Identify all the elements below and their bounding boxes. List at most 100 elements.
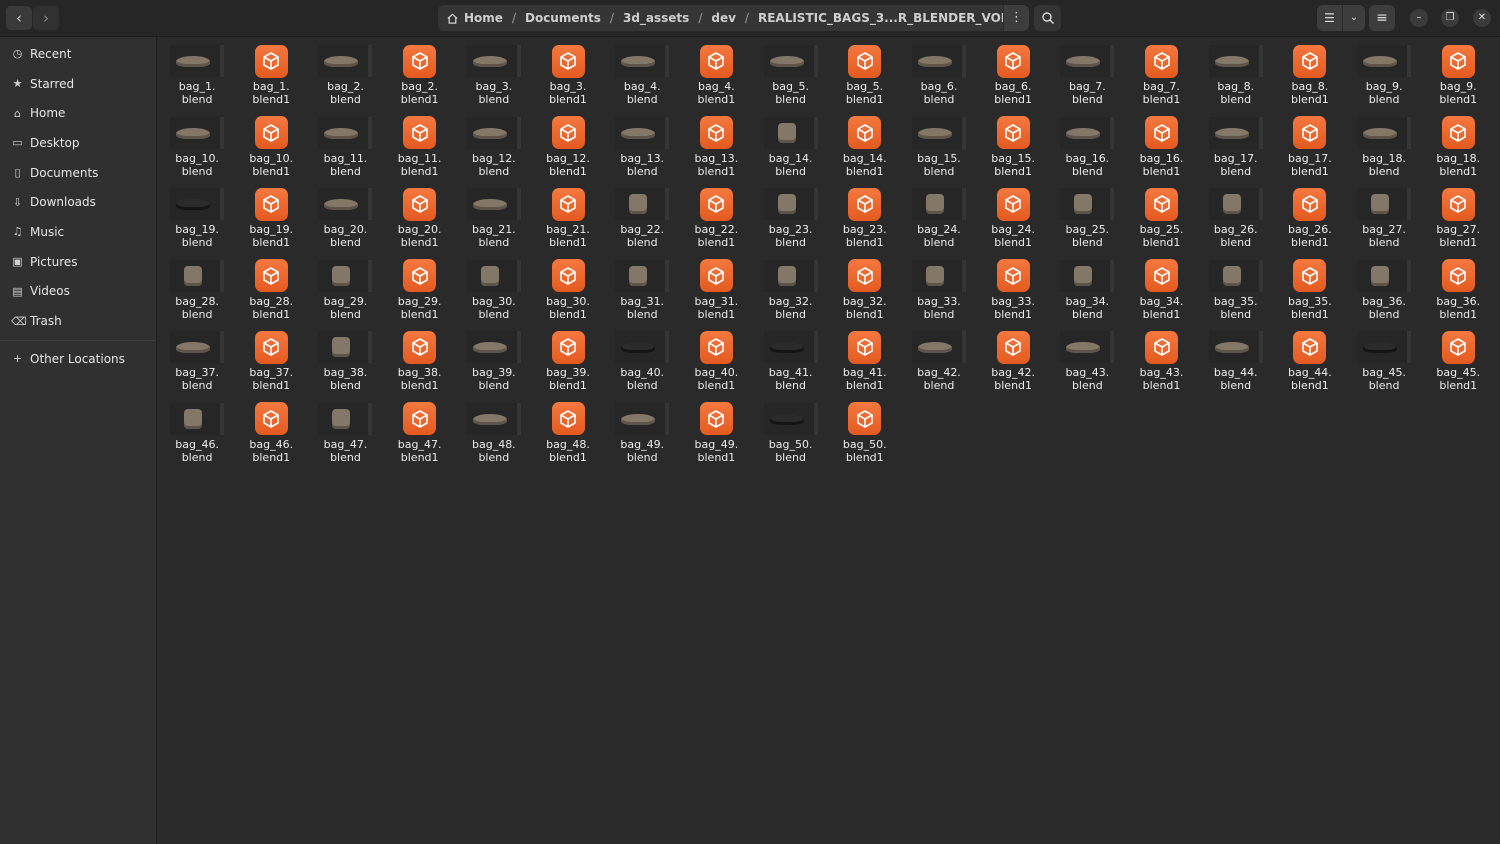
sidebar-item-music[interactable]: ♫ Music xyxy=(0,217,156,247)
blend-file-item[interactable]: bag_32. blend xyxy=(754,256,828,328)
main-menu-button[interactable]: ≡ xyxy=(1369,5,1395,31)
blend1-file-item[interactable]: bag_45. blend1 xyxy=(1421,327,1495,399)
blend1-file-item[interactable]: bag_17. blend1 xyxy=(1273,113,1347,185)
blend1-file-item[interactable]: bag_6. blend1 xyxy=(976,41,1050,113)
blend-file-item[interactable]: bag_15. blend xyxy=(902,113,976,185)
blend-file-item[interactable]: bag_33. blend xyxy=(902,256,976,328)
blend1-file-item[interactable]: bag_44. blend1 xyxy=(1273,327,1347,399)
blend1-file-item[interactable]: bag_50. blend1 xyxy=(828,399,902,471)
blend1-file-item[interactable]: bag_32. blend1 xyxy=(828,256,902,328)
blend-file-item[interactable]: bag_10. blend xyxy=(160,113,234,185)
blend-file-item[interactable]: bag_28. blend xyxy=(160,256,234,328)
blend-file-item[interactable]: bag_27. blend xyxy=(1347,184,1421,256)
blend-file-item[interactable]: bag_18. blend xyxy=(1347,113,1421,185)
blend-file-item[interactable]: bag_29. blend xyxy=(308,256,382,328)
sidebar-item-other-locations[interactable]: + Other Locations xyxy=(0,344,156,374)
blend-file-item[interactable]: bag_42. blend xyxy=(902,327,976,399)
blend1-file-item[interactable]: bag_15. blend1 xyxy=(976,113,1050,185)
blend1-file-item[interactable]: bag_38. blend1 xyxy=(383,327,457,399)
blend1-file-item[interactable]: bag_21. blend1 xyxy=(531,184,605,256)
close-button[interactable]: ✕ xyxy=(1473,9,1491,27)
blend1-file-item[interactable]: bag_16. blend1 xyxy=(1124,113,1198,185)
sidebar-item-desktop[interactable]: ▭ Desktop xyxy=(0,128,156,158)
blend1-file-item[interactable]: bag_25. blend1 xyxy=(1124,184,1198,256)
blend1-file-item[interactable]: bag_10. blend1 xyxy=(234,113,308,185)
blend-file-item[interactable]: bag_12. blend xyxy=(457,113,531,185)
blend-file-item[interactable]: bag_37. blend xyxy=(160,327,234,399)
blend-file-item[interactable]: bag_6. blend xyxy=(902,41,976,113)
blend-file-item[interactable]: bag_23. blend xyxy=(754,184,828,256)
breadcrumb-documents[interactable]: Documents xyxy=(523,11,603,25)
breadcrumb-3d-assets[interactable]: 3d_assets xyxy=(621,11,691,25)
blend1-file-item[interactable]: bag_40. blend1 xyxy=(679,327,753,399)
blend1-file-item[interactable]: bag_39. blend1 xyxy=(531,327,605,399)
blend1-file-item[interactable]: bag_12. blend1 xyxy=(531,113,605,185)
back-button[interactable]: ‹ xyxy=(6,6,32,30)
blend-file-item[interactable]: bag_31. blend xyxy=(605,256,679,328)
blend-file-item[interactable]: bag_45. blend xyxy=(1347,327,1421,399)
blend1-file-item[interactable]: bag_28. blend1 xyxy=(234,256,308,328)
blend1-file-item[interactable]: bag_27. blend1 xyxy=(1421,184,1495,256)
blend-file-item[interactable]: bag_40. blend xyxy=(605,327,679,399)
sidebar-item-home[interactable]: ⌂ Home xyxy=(0,98,156,128)
blend1-file-item[interactable]: bag_8. blend1 xyxy=(1273,41,1347,113)
blend1-file-item[interactable]: bag_2. blend1 xyxy=(383,41,457,113)
blend1-file-item[interactable]: bag_7. blend1 xyxy=(1124,41,1198,113)
blend-file-item[interactable]: bag_3. blend xyxy=(457,41,531,113)
blend-file-item[interactable]: bag_26. blend xyxy=(1199,184,1273,256)
blend1-file-item[interactable]: bag_36. blend1 xyxy=(1421,256,1495,328)
blend-file-item[interactable]: bag_9. blend xyxy=(1347,41,1421,113)
blend1-file-item[interactable]: bag_37. blend1 xyxy=(234,327,308,399)
blend1-file-item[interactable]: bag_19. blend1 xyxy=(234,184,308,256)
sidebar-item-trash[interactable]: ⌫ Trash xyxy=(0,306,156,336)
sidebar-item-downloads[interactable]: ⇩ Downloads xyxy=(0,187,156,217)
blend1-file-item[interactable]: bag_31. blend1 xyxy=(679,256,753,328)
blend-file-item[interactable]: bag_50. blend xyxy=(754,399,828,471)
blend-file-item[interactable]: bag_7. blend xyxy=(1050,41,1124,113)
blend-file-item[interactable]: bag_5. blend xyxy=(754,41,828,113)
blend-file-item[interactable]: bag_22. blend xyxy=(605,184,679,256)
breadcrumb-realistic-bags[interactable]: REALISTIC_BAGS_3...R_BLENDER_VOL_1 xyxy=(756,11,1025,25)
maximize-button[interactable]: ❐ xyxy=(1441,9,1459,27)
blend1-file-item[interactable]: bag_22. blend1 xyxy=(679,184,753,256)
blend-file-item[interactable]: bag_39. blend xyxy=(457,327,531,399)
blend1-file-item[interactable]: bag_5. blend1 xyxy=(828,41,902,113)
blend-file-item[interactable]: bag_38. blend xyxy=(308,327,382,399)
breadcrumb-home[interactable]: Home xyxy=(438,11,505,25)
blend-file-item[interactable]: bag_1. blend xyxy=(160,41,234,113)
search-button[interactable] xyxy=(1034,5,1061,31)
blend1-file-item[interactable]: bag_43. blend1 xyxy=(1124,327,1198,399)
blend1-file-item[interactable]: bag_23. blend1 xyxy=(828,184,902,256)
blend1-file-item[interactable]: bag_4. blend1 xyxy=(679,41,753,113)
blend-file-item[interactable]: bag_25. blend xyxy=(1050,184,1124,256)
blend-file-item[interactable]: bag_20. blend xyxy=(308,184,382,256)
minimize-button[interactable]: – xyxy=(1410,9,1428,27)
sidebar-item-pictures[interactable]: ▣ Pictures xyxy=(0,247,156,277)
blend-file-item[interactable]: bag_13. blend xyxy=(605,113,679,185)
blend-file-item[interactable]: bag_41. blend xyxy=(754,327,828,399)
blend-file-item[interactable]: bag_14. blend xyxy=(754,113,828,185)
blend1-file-item[interactable]: bag_13. blend1 xyxy=(679,113,753,185)
blend1-file-item[interactable]: bag_30. blend1 xyxy=(531,256,605,328)
blend-file-item[interactable]: bag_24. blend xyxy=(902,184,976,256)
blend1-file-item[interactable]: bag_49. blend1 xyxy=(679,399,753,471)
blend1-file-item[interactable]: bag_3. blend1 xyxy=(531,41,605,113)
forward-button[interactable]: › xyxy=(33,6,59,30)
blend-file-item[interactable]: bag_48. blend xyxy=(457,399,531,471)
blend-file-item[interactable]: bag_8. blend xyxy=(1199,41,1273,113)
blend1-file-item[interactable]: bag_11. blend1 xyxy=(383,113,457,185)
blend-file-item[interactable]: bag_30. blend xyxy=(457,256,531,328)
breadcrumb-dev[interactable]: dev xyxy=(709,11,738,25)
blend1-file-item[interactable]: bag_9. blend1 xyxy=(1421,41,1495,113)
sidebar-item-documents[interactable]: ▯ Documents xyxy=(0,158,156,188)
blend1-file-item[interactable]: bag_20. blend1 xyxy=(383,184,457,256)
sidebar-item-recent[interactable]: ◷ Recent xyxy=(0,39,156,69)
sidebar-item-videos[interactable]: ▤ Videos xyxy=(0,277,156,307)
blend-file-item[interactable]: bag_11. blend xyxy=(308,113,382,185)
blend1-file-item[interactable]: bag_29. blend1 xyxy=(383,256,457,328)
blend1-file-item[interactable]: bag_41. blend1 xyxy=(828,327,902,399)
blend-file-item[interactable]: bag_35. blend xyxy=(1199,256,1273,328)
blend-file-item[interactable]: bag_47. blend xyxy=(308,399,382,471)
blend1-file-item[interactable]: bag_14. blend1 xyxy=(828,113,902,185)
blend-file-item[interactable]: bag_43. blend xyxy=(1050,327,1124,399)
